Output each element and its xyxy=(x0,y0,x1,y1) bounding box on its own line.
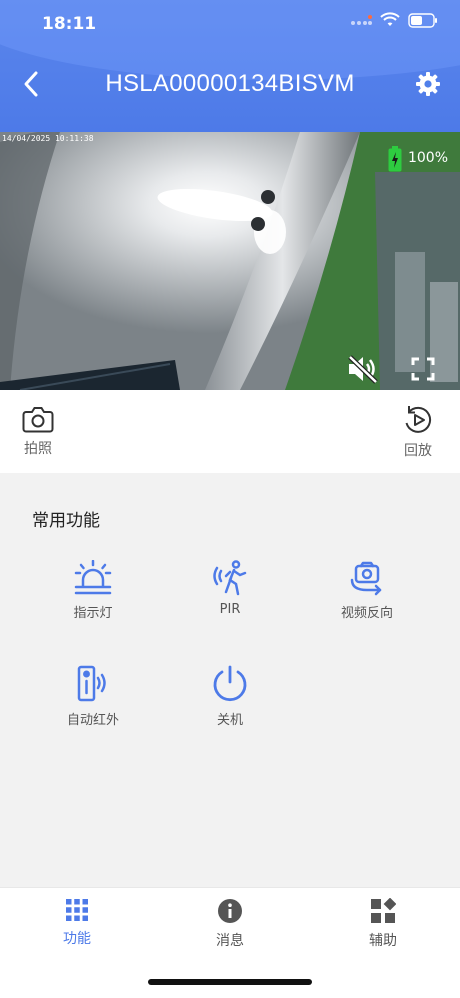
indicator-light-button[interactable]: 指示灯 xyxy=(33,560,153,621)
chevron-left-icon xyxy=(24,71,38,97)
siren-light-icon xyxy=(74,560,112,595)
back-button[interactable] xyxy=(14,64,48,104)
status-time: 18:11 xyxy=(42,14,97,34)
grid-icon xyxy=(66,899,88,921)
playback-label: 回放 xyxy=(404,443,432,459)
quick-actions-bar: 拍照 回放 xyxy=(0,390,460,473)
snapshot-label: 拍照 xyxy=(24,441,52,457)
function-label: 视频反向 xyxy=(340,606,393,621)
status-icons xyxy=(350,12,438,28)
camera-battery-percent: 100% xyxy=(407,150,448,166)
function-label: PIR xyxy=(219,602,241,617)
live-video-view[interactable]: 14/04/2025 10:11:38 100% xyxy=(0,132,460,390)
camera-icon xyxy=(22,407,54,433)
playback-button[interactable]: 回放 xyxy=(402,404,434,460)
auto-infrared-icon xyxy=(77,665,106,702)
speaker-muted-icon xyxy=(348,355,378,384)
video-flip-button[interactable]: 视频反向 xyxy=(307,560,427,621)
mute-button[interactable] xyxy=(346,354,380,388)
section-title: 常用功能 xyxy=(32,511,100,531)
page-title: HSLA00000134BISVM xyxy=(105,70,355,97)
tab-messages[interactable]: 消息 xyxy=(170,898,290,950)
function-label: 自动红外 xyxy=(66,713,119,728)
tab-bar: 功能 消息 辅助 xyxy=(0,887,460,998)
widgets-icon xyxy=(371,898,396,923)
info-icon xyxy=(218,899,242,923)
camera-battery-icon xyxy=(388,146,402,172)
tab-label: 功能 xyxy=(63,931,91,947)
auto-infrared-button[interactable]: 自动红外 xyxy=(33,665,153,728)
tab-label: 辅助 xyxy=(369,933,397,949)
fullscreen-icon xyxy=(411,357,435,381)
tab-label: 消息 xyxy=(216,933,244,949)
playback-icon xyxy=(405,406,432,433)
fullscreen-button[interactable] xyxy=(410,356,436,386)
wifi-icon xyxy=(380,12,400,26)
function-label: 关机 xyxy=(216,713,243,728)
power-off-button[interactable]: 关机 xyxy=(170,665,290,728)
function-label: 指示灯 xyxy=(73,606,113,621)
pir-button[interactable]: PIR xyxy=(170,560,290,617)
video-flip-icon xyxy=(350,561,382,596)
tab-functions[interactable]: 功能 xyxy=(17,898,137,948)
signal-dots-icon xyxy=(351,15,372,25)
gear-icon xyxy=(416,72,440,96)
power-icon xyxy=(213,665,247,702)
osd-timestamp: 14/04/2025 10:11:38 xyxy=(2,134,94,143)
phone-battery-icon xyxy=(408,12,437,28)
pir-motion-icon xyxy=(213,560,247,596)
header: 18:11 HSLA00000134BISVM xyxy=(0,0,460,132)
tab-assist[interactable]: 辅助 xyxy=(323,898,443,950)
snapshot-button[interactable]: 拍照 xyxy=(22,404,54,458)
settings-button[interactable] xyxy=(412,66,444,102)
home-indicator xyxy=(148,979,312,985)
